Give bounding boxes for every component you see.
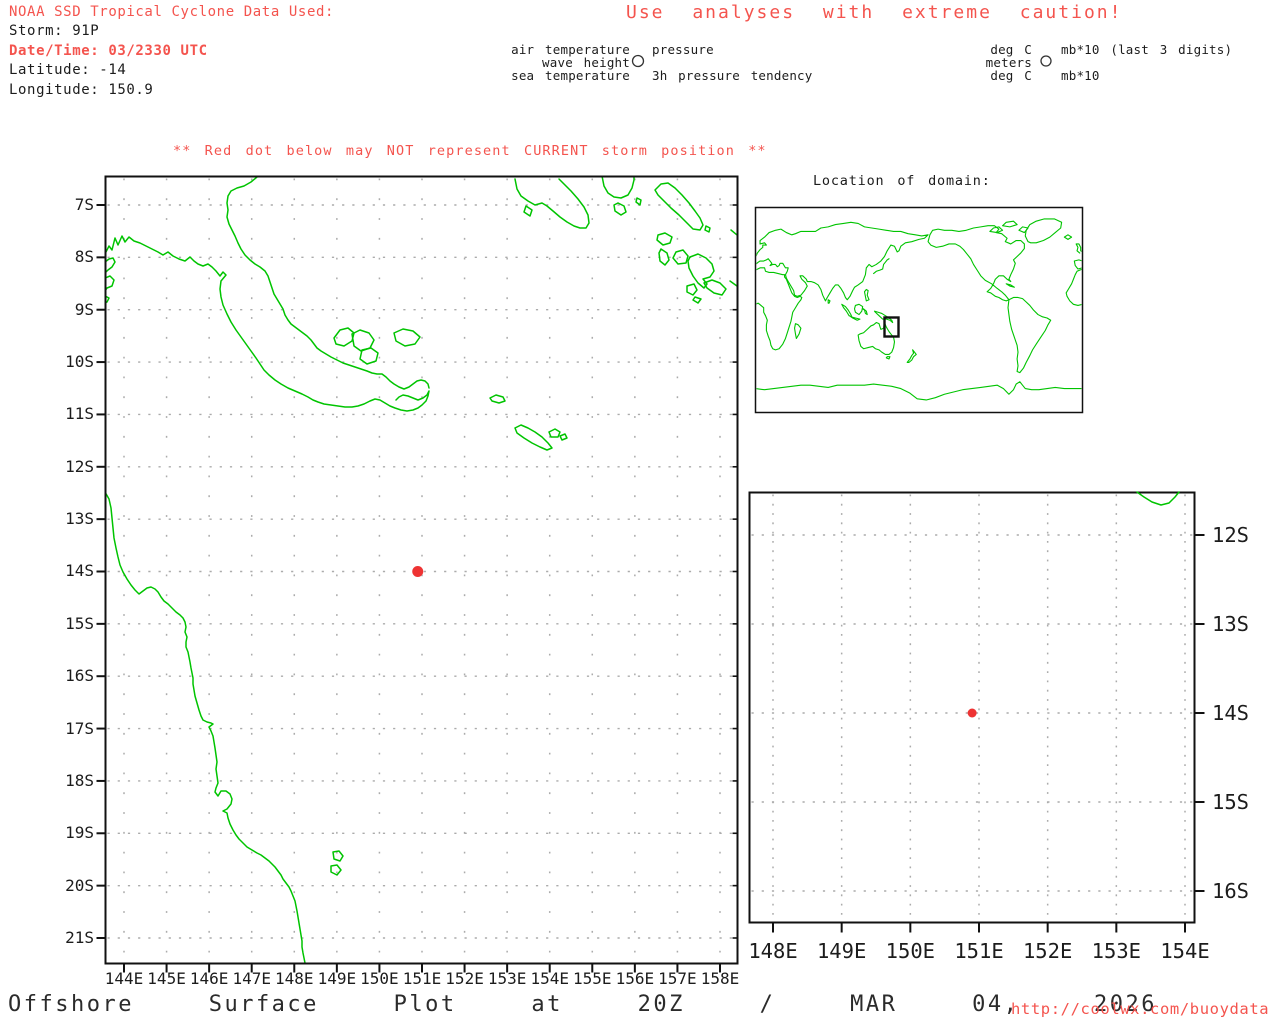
main-map-lat-tick-label: 16S: [65, 666, 94, 686]
legend-pressure: pressure: [652, 42, 714, 57]
main-map-lat-tick-label: 19S: [65, 823, 94, 843]
main-map-lat-tick-label: 12S: [65, 456, 94, 476]
main-map-lat-tick-label: 11S: [65, 404, 94, 424]
inset-map-lat-tick-label: 16S: [1212, 879, 1250, 903]
main-map-lat-tick-label: 13S: [65, 509, 94, 529]
legend-unit-mb10-last3: mb*10 (last 3 digits): [1061, 42, 1233, 57]
world-map: [754, 206, 1084, 414]
buoydata-link[interactable]: http://coolwx.com/buoydata: [1011, 1000, 1269, 1018]
main-map-lon-tick-label: 158E: [700, 969, 740, 988]
storm-position-warning: ** Red dot below may NOT represent CURRE…: [173, 143, 767, 159]
storm-position-dot-inset: [967, 708, 977, 718]
main-map-lat-tick-label: 21S: [65, 927, 94, 947]
station-model-circle-icon: [631, 54, 645, 68]
main-map-lat-tick-label: 20S: [65, 875, 94, 895]
world-coastlines: [756, 218, 1082, 401]
units-model-circle-icon: [1040, 55, 1052, 67]
storm-longitude-line: Longitude: 150.9: [9, 81, 154, 98]
inset-map-lat-tick-label: 15S: [1212, 790, 1250, 814]
legend-unit-mb10: mb*10: [1061, 68, 1100, 83]
caution-title: Use analyses with extreme caution!: [626, 2, 1123, 23]
inset-map-lon-tick-label: 154E: [1160, 939, 1210, 963]
legend-unit-degc-sea: deg C: [990, 68, 1032, 83]
main-map-lat-tick-label: 7S: [74, 195, 94, 214]
storm-id-line: Storm: 91P: [9, 23, 100, 40]
legend-pressure-tendency: 3h pressure tendency: [652, 68, 813, 83]
storm-datetime-line: Date/Time: 03/2330 UTC: [9, 42, 208, 59]
main-map-lat-tick-label: 8S: [74, 247, 94, 267]
main-map-lat-tick-label: 10S: [65, 352, 94, 372]
storm-latitude-line: Latitude: -14: [9, 62, 127, 79]
storm-info-block: NOAA SSD Tropical Cyclone Data Used: Sto…: [9, 3, 334, 100]
legend-sea-temperature: sea temperature: [511, 68, 630, 83]
inset-map: [748, 491, 1205, 933]
noaa-source-line: NOAA SSD Tropical Cyclone Data Used:: [9, 4, 335, 20]
offshore-surface-plot-page: { "colors": { "accent_red": "#f4544e", "…: [0, 0, 1280, 1024]
main-map-lat-tick-label: 17S: [65, 718, 94, 738]
world-map-title: Location of domain:: [813, 173, 991, 189]
inset-map-lat-tick-label: 12S: [1212, 523, 1250, 547]
main-map-lat-tick-label: 15S: [65, 613, 94, 633]
main-map-lat-tick-label: 14S: [65, 561, 94, 581]
main-map-lat-tick-label: 9S: [74, 299, 94, 319]
main-map: [96, 175, 739, 973]
inset-map-lat-tick-label: 13S: [1212, 612, 1250, 636]
main-map-lat-tick-label: 18S: [65, 770, 94, 790]
plot-title: Offshore Surface Plot at 20Z / MAR 04, 2…: [8, 992, 1158, 1017]
storm-position-dot-main: [412, 565, 424, 577]
inset-map-lat-tick-label: 14S: [1212, 701, 1250, 725]
